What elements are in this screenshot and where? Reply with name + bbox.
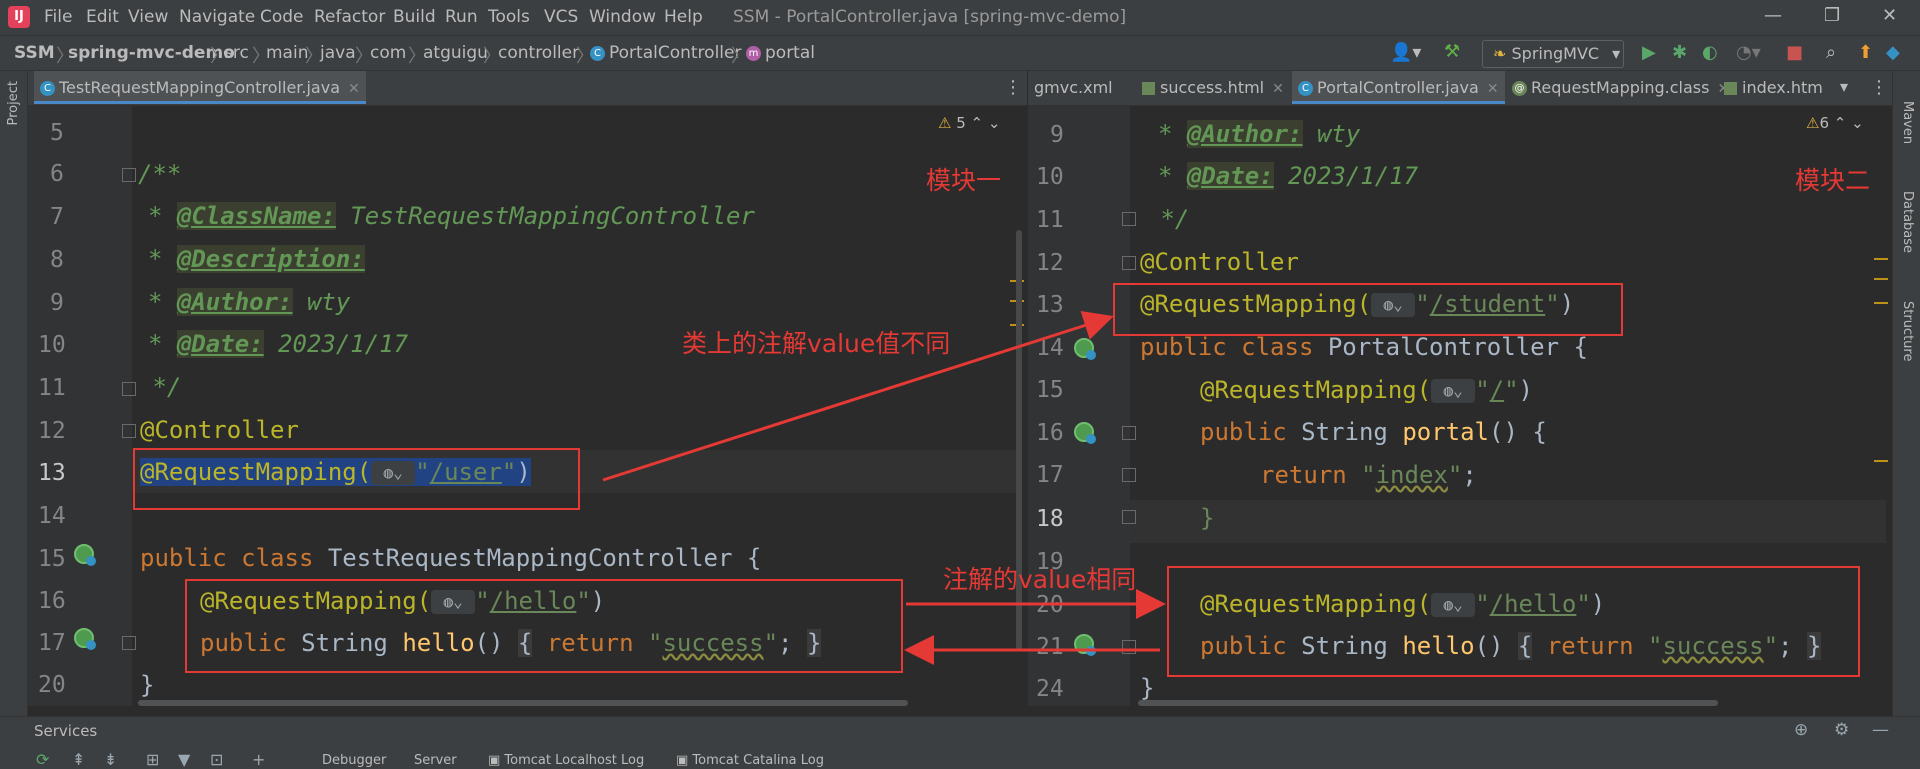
tab-tomcat-catalina-log[interactable]: ▣ Tomcat Catalina Log bbox=[676, 753, 824, 768]
filter-icon[interactable]: ▼ bbox=[178, 750, 190, 769]
arrow-class-diff bbox=[602, 311, 1114, 482]
new-service-icon[interactable]: ⊡ bbox=[210, 750, 223, 769]
collapse-all-icon[interactable]: ⇟ bbox=[104, 750, 117, 769]
services-title: Services bbox=[34, 722, 98, 740]
expand-all-icon[interactable]: ⇞ bbox=[72, 750, 85, 769]
tab-label: Tomcat Localhost Log bbox=[504, 753, 645, 768]
tab-debugger[interactable]: Debugger bbox=[322, 753, 386, 768]
tab-server[interactable]: Server bbox=[414, 753, 457, 768]
tab-label: Tomcat Catalina Log bbox=[692, 753, 825, 768]
group-icon[interactable]: ⊞ bbox=[146, 750, 159, 769]
log-icon: ▣ bbox=[676, 753, 693, 768]
add-icon[interactable]: + bbox=[252, 750, 265, 769]
globe-icon[interactable]: ⊕ bbox=[1794, 720, 1808, 740]
refresh-icon[interactable]: ⟳ bbox=[36, 750, 49, 769]
minimize-panel-icon[interactable]: — bbox=[1872, 720, 1889, 740]
services-panel: Services ⊕ ⚙ — ⟳ ⇞ ⇟ ⊞ ▼ ⊡ + Debugger Se… bbox=[0, 716, 1920, 769]
annotation-arrows bbox=[602, 311, 1166, 665]
tab-tomcat-localhost-log[interactable]: ▣ Tomcat Localhost Log bbox=[488, 753, 644, 768]
gear-icon[interactable]: ⚙ bbox=[1834, 720, 1849, 740]
log-icon: ▣ bbox=[488, 753, 505, 768]
